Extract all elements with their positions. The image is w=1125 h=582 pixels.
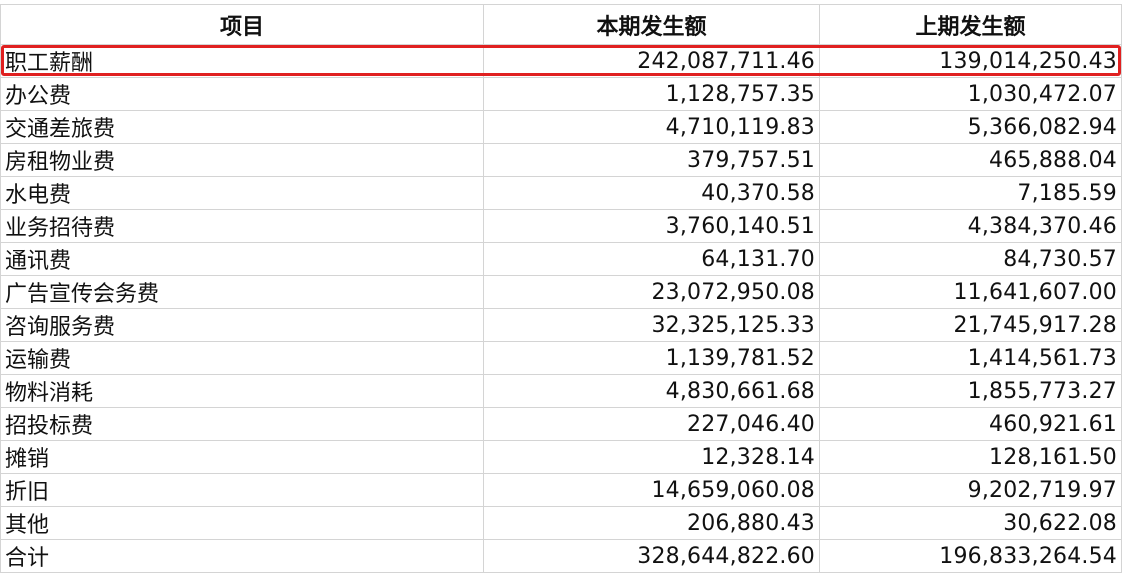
row-item: 业务招待费 (0, 209, 484, 243)
header-previous-period: 上期发生额 (819, 4, 1122, 45)
row-current: 227,046.40 (483, 407, 820, 441)
expense-table: 项目 本期发生额 上期发生额 职工薪酬 242,087,711.46 139,0… (0, 4, 1122, 573)
row-item: 运输费 (0, 341, 484, 375)
table-row: 物料消耗 4,830,661.68 1,855,773.27 (0, 374, 1122, 408)
row-previous: 1,030,472.07 (819, 77, 1122, 111)
header-current-period: 本期发生额 (483, 4, 820, 45)
table-row: 运输费 1,139,781.52 1,414,561.73 (0, 341, 1122, 375)
row-previous: 1,414,561.73 (819, 341, 1122, 375)
row-current: 12,328.14 (483, 440, 820, 474)
row-item: 通讯费 (0, 242, 484, 276)
table-row: 房租物业费 379,757.51 465,888.04 (0, 143, 1122, 177)
table-row: 招投标费 227,046.40 460,921.61 (0, 407, 1122, 441)
row-previous: 84,730.57 (819, 242, 1122, 276)
table-row: 通讯费 64,131.70 84,730.57 (0, 242, 1122, 276)
row-item: 物料消耗 (0, 374, 484, 408)
row-previous: 5,366,082.94 (819, 110, 1122, 144)
row-previous: 128,161.50 (819, 440, 1122, 474)
row-current: 64,131.70 (483, 242, 820, 276)
row-current: 32,325,125.33 (483, 308, 820, 342)
row-previous: 4,384,370.46 (819, 209, 1122, 243)
row-previous: 465,888.04 (819, 143, 1122, 177)
table-row: 折旧 14,659,060.08 9,202,719.97 (0, 473, 1122, 507)
row-item: 招投标费 (0, 407, 484, 441)
table-row: 业务招待费 3,760,140.51 4,384,370.46 (0, 209, 1122, 243)
row-item: 摊销 (0, 440, 484, 474)
table-row: 职工薪酬 242,087,711.46 139,014,250.43 (0, 44, 1122, 78)
row-previous: 1,855,773.27 (819, 374, 1122, 408)
row-item: 办公费 (0, 77, 484, 111)
table-row: 水电费 40,370.58 7,185.59 (0, 176, 1122, 210)
row-item: 折旧 (0, 473, 484, 507)
row-current: 14,659,060.08 (483, 473, 820, 507)
table-row: 摊销 12,328.14 128,161.50 (0, 440, 1122, 474)
row-previous: 7,185.59 (819, 176, 1122, 210)
row-current: 4,710,119.83 (483, 110, 820, 144)
row-previous: 9,202,719.97 (819, 473, 1122, 507)
row-item: 广告宣传会务费 (0, 275, 484, 309)
row-item: 咨询服务费 (0, 308, 484, 342)
total-previous: 196,833,264.54 (819, 539, 1122, 573)
row-current: 379,757.51 (483, 143, 820, 177)
row-item: 其他 (0, 506, 484, 540)
row-current: 206,880.43 (483, 506, 820, 540)
row-current: 3,760,140.51 (483, 209, 820, 243)
row-previous: 30,622.08 (819, 506, 1122, 540)
total-current: 328,644,822.60 (483, 539, 820, 573)
row-current: 4,830,661.68 (483, 374, 820, 408)
table-row: 广告宣传会务费 23,072,950.08 11,641,607.00 (0, 275, 1122, 309)
row-current: 23,072,950.08 (483, 275, 820, 309)
table-total-row: 合计 328,644,822.60 196,833,264.54 (0, 539, 1122, 573)
row-current: 1,128,757.35 (483, 77, 820, 111)
table-row: 办公费 1,128,757.35 1,030,472.07 (0, 77, 1122, 111)
header-item: 项目 (0, 4, 484, 45)
row-item: 交通差旅费 (0, 110, 484, 144)
row-previous: 460,921.61 (819, 407, 1122, 441)
table-row: 交通差旅费 4,710,119.83 5,366,082.94 (0, 110, 1122, 144)
table-row: 咨询服务费 32,325,125.33 21,745,917.28 (0, 308, 1122, 342)
row-item: 职工薪酬 (0, 44, 484, 78)
row-previous: 21,745,917.28 (819, 308, 1122, 342)
row-current: 242,087,711.46 (483, 44, 820, 78)
row-previous: 11,641,607.00 (819, 275, 1122, 309)
row-current: 1,139,781.52 (483, 341, 820, 375)
row-item: 水电费 (0, 176, 484, 210)
row-item: 房租物业费 (0, 143, 484, 177)
row-current: 40,370.58 (483, 176, 820, 210)
table-row: 其他 206,880.43 30,622.08 (0, 506, 1122, 540)
total-label: 合计 (0, 539, 484, 573)
table-header-row: 项目 本期发生额 上期发生额 (0, 4, 1122, 45)
row-previous: 139,014,250.43 (819, 44, 1122, 78)
